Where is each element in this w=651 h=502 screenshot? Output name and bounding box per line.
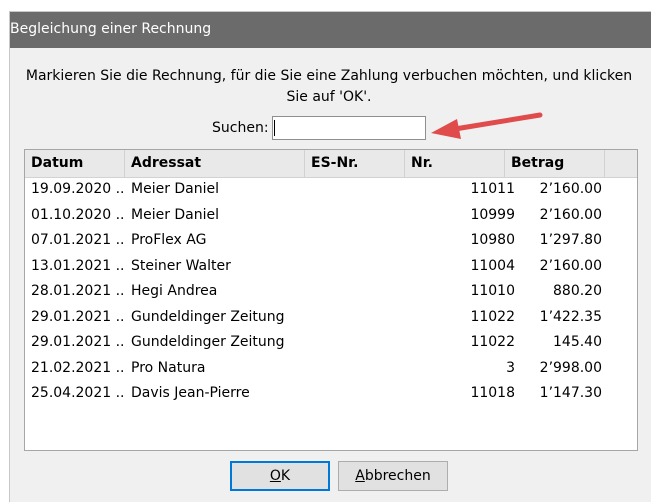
cell-nr: 10980 bbox=[470, 232, 515, 248]
cell-adressat: Gundeldinger Zeitung bbox=[131, 334, 285, 350]
table-row[interactable]: 25.04.2021 ... Davis Jean-Pierre 11018 1’14… bbox=[25, 382, 637, 408]
cell-adressat: Meier Daniel bbox=[131, 206, 220, 223]
cell-datum: 01.10.2020 ... bbox=[31, 206, 123, 223]
table-row[interactable]: 21.02.2021 ... Pro Natura 3 2’998.00 bbox=[25, 357, 637, 383]
cell-betrag: 2’160.00 bbox=[539, 206, 602, 223]
cancel-button-label-rest: bbrechen bbox=[364, 468, 431, 484]
table-row[interactable]: 07.01.2021 ... ProFlex AG 10980 1’297.80 bbox=[25, 229, 637, 255]
table-header: Datum Adressat ES-Nr. Nr. Betrag bbox=[25, 150, 637, 178]
cell-adressat: Pro Natura bbox=[131, 359, 206, 376]
cell-betrag: 880.20 bbox=[553, 283, 602, 299]
column-header-nr[interactable]: Nr. bbox=[405, 150, 505, 177]
cell-betrag: 2’998.00 bbox=[539, 359, 602, 376]
column-header-datum[interactable]: Datum bbox=[25, 150, 125, 177]
cell-adressat: Meier Daniel bbox=[131, 181, 220, 197]
cell-adressat: ProFlex AG bbox=[131, 232, 207, 248]
ok-button-label-rest: K bbox=[280, 468, 291, 484]
column-header-adressat[interactable]: Adressat bbox=[125, 150, 305, 177]
cell-datum: 07.01.2021 ... bbox=[31, 232, 123, 248]
text-caret bbox=[274, 120, 275, 136]
cell-betrag: 145.40 bbox=[553, 334, 602, 350]
cancel-button-mnemonic: A bbox=[355, 468, 365, 484]
table-row[interactable]: 01.10.2020 ... Meier Daniel 10999 2’160.00 bbox=[25, 204, 637, 230]
cell-betrag: 2’160.00 bbox=[539, 181, 602, 197]
table-row[interactable]: 29.01.2021 ... Gundeldinger Zeitung 11022 1… bbox=[25, 331, 637, 357]
cell-betrag: 2’160.00 bbox=[539, 257, 602, 274]
cell-nr: 3 bbox=[506, 359, 515, 376]
cell-betrag: 1’297.80 bbox=[539, 232, 602, 248]
table-body: 19.09.2020 ... Meier Daniel 11011 2’160.00 0… bbox=[25, 178, 637, 408]
cell-nr: 10999 bbox=[470, 206, 515, 223]
title-bar[interactable]: Begleichung einer Rechnung bbox=[10, 12, 651, 48]
cell-adressat: Davis Jean-Pierre bbox=[131, 385, 250, 401]
cell-datum: 25.04.2021 ... bbox=[31, 385, 123, 401]
cell-datum: 28.01.2021 ... bbox=[31, 283, 123, 299]
cell-adressat: Hegi Andrea bbox=[131, 283, 218, 299]
cell-adressat: Gundeldinger Zeitung bbox=[131, 308, 285, 325]
table-row[interactable]: 28.01.2021 ... Hegi Andrea 11010 880.20 bbox=[25, 280, 637, 306]
cancel-button[interactable]: Abbrechen bbox=[338, 461, 448, 491]
table-row[interactable]: 13.01.2021 ... Steiner Walter 11004 2’160.0… bbox=[25, 255, 637, 281]
payment-dialog: Begleichung einer Rechnung Markieren Sie… bbox=[10, 12, 651, 502]
column-header-filler bbox=[605, 150, 637, 177]
window-title: Begleichung einer Rechnung bbox=[10, 21, 212, 37]
column-header-betrag[interactable]: Betrag bbox=[505, 150, 605, 177]
instruction-text: Markieren Sie die Rechnung, für die Sie … bbox=[25, 68, 633, 105]
search-label: Suchen: bbox=[212, 120, 269, 136]
cell-nr: 11011 bbox=[470, 181, 515, 197]
invoice-table: Datum Adressat ES-Nr. Nr. Betrag 19.09.2… bbox=[24, 149, 638, 451]
cell-datum: 21.02.2021 ... bbox=[31, 359, 123, 376]
table-row[interactable]: 29.01.2021 ... Gundeldinger Zeitung 11022 1… bbox=[25, 306, 637, 332]
ok-button-mnemonic: O bbox=[269, 468, 281, 484]
search-input[interactable] bbox=[272, 116, 426, 140]
table-row[interactable]: 19.09.2020 ... Meier Daniel 11011 2’160.00 bbox=[25, 178, 637, 204]
cell-betrag: 1’147.30 bbox=[539, 385, 602, 401]
cell-datum: 29.01.2021 ... bbox=[31, 308, 123, 325]
cell-nr: 11010 bbox=[470, 283, 515, 299]
cell-adressat: Steiner Walter bbox=[131, 257, 231, 274]
cell-nr: 11018 bbox=[470, 385, 515, 401]
cell-datum: 29.01.2021 ... bbox=[31, 334, 123, 350]
ok-button[interactable]: OK bbox=[230, 461, 330, 491]
column-header-es-nr[interactable]: ES-Nr. bbox=[305, 150, 405, 177]
annotation-arrow-icon bbox=[431, 112, 543, 139]
cell-nr: 11022 bbox=[470, 308, 515, 325]
cell-betrag: 1’422.35 bbox=[539, 308, 602, 325]
cell-nr: 11004 bbox=[470, 257, 515, 274]
cell-datum: 13.01.2021 ... bbox=[31, 257, 123, 274]
cell-nr: 11022 bbox=[470, 334, 515, 350]
cell-datum: 19.09.2020 ... bbox=[31, 181, 123, 197]
